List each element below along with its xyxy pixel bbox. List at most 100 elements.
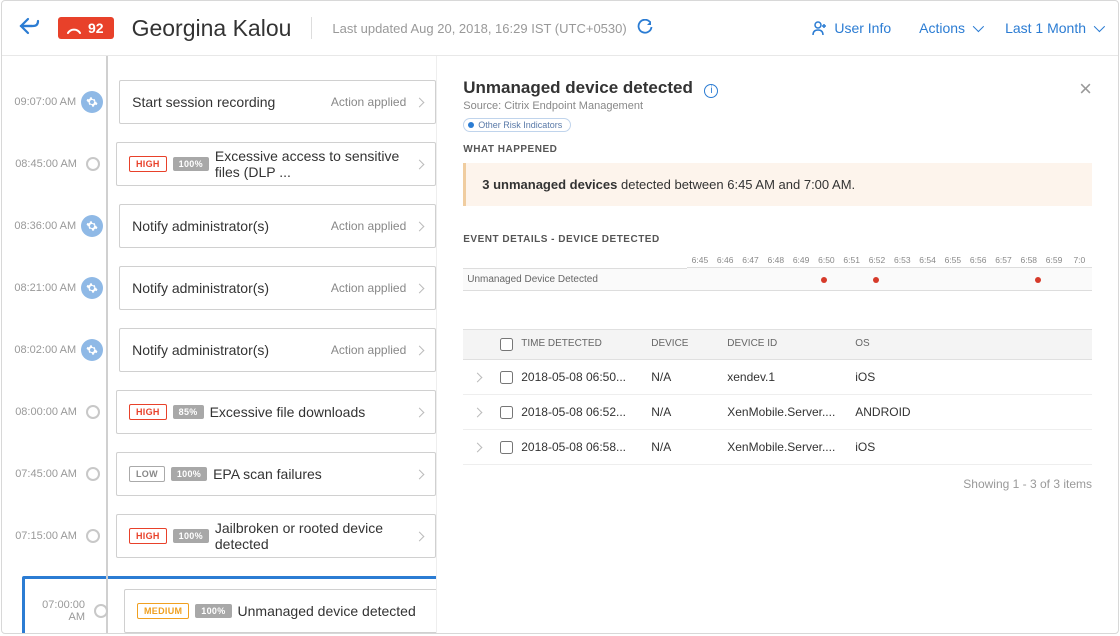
risk-indicator-pill: Other Risk Indicators	[463, 118, 571, 132]
row-checkbox[interactable]	[500, 406, 513, 419]
refresh-button[interactable]	[637, 19, 653, 38]
event-timestamp: 09:07:00 AM	[2, 96, 84, 108]
timeline-event-card[interactable]: MEDIUM100%Unmanaged device detected	[124, 589, 437, 633]
timerange-dropdown[interactable]: Last 1 Month	[1005, 20, 1102, 36]
severity-tag: HIGH	[129, 404, 167, 420]
chevron-right-icon	[415, 407, 425, 417]
table-row[interactable]: 2018-05-08 06:58...N/AXenMobile.Server..…	[463, 430, 1092, 465]
action-applied-label: Action applied	[331, 281, 406, 295]
chart-series-label: Unmanaged Device Detected	[463, 268, 687, 291]
expand-row-icon[interactable]	[463, 405, 491, 419]
event-title: Unmanaged device detected	[238, 603, 434, 619]
event-timestamp: 08:21:00 AM	[2, 282, 84, 294]
chevron-right-icon	[415, 221, 425, 231]
tick-label: 7:0	[1067, 255, 1092, 265]
event-table: TIME DETECTED DEVICE DEVICE ID OS 2018-0…	[463, 329, 1092, 491]
event-timeline-chart: 6:456:466:476:486:496:506:516:526:536:54…	[463, 255, 1092, 291]
chevron-right-icon	[415, 345, 425, 355]
timeline-event-card[interactable]: HIGH 85% Excessive file downloads	[116, 390, 436, 434]
tick-label: 6:45	[687, 255, 712, 265]
timeline-event-card[interactable]: Notify administrator(s)Action applied	[119, 266, 436, 310]
cell-device: N/A	[651, 370, 727, 384]
col-time[interactable]: TIME DETECTED	[521, 338, 651, 351]
back-button[interactable]	[18, 15, 42, 41]
event-title: Excessive access to sensitive files (DLP…	[215, 148, 406, 180]
tick-label: 6:47	[738, 255, 763, 265]
select-all-checkbox[interactable]	[500, 338, 513, 351]
row-checkbox[interactable]	[500, 371, 513, 384]
event-timestamp: 08:45:00 AM	[2, 158, 85, 170]
user-name: Georgina Kalou	[132, 15, 292, 42]
timeline-event-card[interactable]: Notify administrator(s)Action applied	[119, 328, 436, 372]
percent-tag: 100%	[171, 467, 207, 481]
close-button[interactable]: ×	[1079, 78, 1092, 100]
percent-tag: 85%	[173, 405, 204, 419]
severity-tag: LOW	[129, 466, 165, 482]
col-os[interactable]: OS	[855, 338, 943, 351]
timeline-event-card[interactable]: HIGH100%Jailbroken or rooted device dete…	[116, 514, 436, 558]
cell-time: 2018-05-08 06:58...	[521, 440, 651, 454]
timeline-node	[86, 157, 100, 171]
tick-label: 6:58	[1016, 255, 1041, 265]
chevron-right-icon	[415, 531, 425, 541]
gear-icon	[81, 277, 103, 299]
chevron-down-icon	[1094, 21, 1105, 32]
col-device[interactable]: DEVICE	[651, 338, 727, 351]
event-timestamp: 07:00:00 AM	[25, 599, 93, 623]
severity-tag: MEDIUM	[137, 603, 189, 619]
severity-tag: HIGH	[129, 528, 167, 544]
detail-title: Unmanaged device detected	[463, 78, 693, 97]
detail-source: Source: Citrix Endpoint Management	[463, 100, 718, 112]
event-title: Start session recording	[132, 94, 331, 110]
tick-label: 6:48	[763, 255, 788, 265]
severity-tag: HIGH	[129, 156, 167, 172]
timeline-event-card[interactable]: Notify administrator(s)Action applied	[119, 204, 436, 248]
event-timestamp: 08:36:00 AM	[2, 220, 84, 232]
detail-panel: Unmanaged device detected i Source: Citr…	[437, 56, 1118, 633]
event-timestamp: 08:02:00 AM	[2, 344, 84, 356]
event-dot	[821, 277, 827, 283]
timeline-event-card[interactable]: LOW100%EPA scan failures	[116, 452, 436, 496]
event-title: Excessive file downloads	[210, 404, 407, 420]
event-dot	[1035, 277, 1041, 283]
row-checkbox[interactable]	[500, 441, 513, 454]
tick-label: 6:59	[1041, 255, 1066, 265]
what-happened-box: 3 unmanaged devices detected between 6:4…	[463, 163, 1092, 206]
event-title: Notify administrator(s)	[132, 342, 331, 358]
chevron-right-icon	[415, 469, 425, 479]
cell-device: N/A	[651, 405, 727, 419]
chart-dot-row	[687, 267, 1092, 291]
tick-label: 6:57	[991, 255, 1016, 265]
timeline-node	[86, 405, 100, 419]
timeline-event-card[interactable]: Start session recordingAction applied	[119, 80, 436, 124]
event-timestamp: 07:45:00 AM	[2, 468, 85, 480]
expand-row-icon[interactable]	[463, 370, 491, 384]
risk-score-value: 92	[88, 20, 104, 36]
table-header: TIME DETECTED DEVICE DEVICE ID OS	[463, 329, 1092, 360]
chevron-right-icon	[415, 159, 425, 169]
gear-icon	[81, 339, 103, 361]
tick-label: 6:49	[788, 255, 813, 265]
timeline-event-selected[interactable]: 07:00:00 AM MEDIUM100%Unmanaged device de…	[22, 576, 437, 633]
tick-label: 6:51	[839, 255, 864, 265]
timeline-event-card[interactable]: HIGH100%Excessive access to sensitive fi…	[116, 142, 436, 186]
timeline-node	[94, 604, 108, 618]
divider	[311, 17, 312, 39]
user-info-button[interactable]: User Info	[812, 20, 891, 36]
what-happened-label: WHAT HAPPENED	[463, 144, 1092, 155]
timeline-node	[86, 467, 100, 481]
cell-time: 2018-05-08 06:52...	[521, 405, 651, 419]
actions-dropdown[interactable]: Actions	[919, 20, 981, 36]
cell-os: iOS	[855, 440, 943, 454]
col-device-id[interactable]: DEVICE ID	[727, 338, 855, 351]
cell-device-id: XenMobile.Server....	[727, 405, 855, 419]
table-row[interactable]: 2018-05-08 06:52...N/AXenMobile.Server..…	[463, 395, 1092, 430]
user-info-label: User Info	[834, 20, 891, 36]
timerange-label: Last 1 Month	[1005, 20, 1086, 36]
table-row[interactable]: 2018-05-08 06:50...N/Axendev.1iOS	[463, 360, 1092, 395]
event-timestamp: 08:00:00 AM	[2, 406, 85, 418]
info-icon[interactable]: i	[704, 84, 718, 98]
percent-tag: 100%	[173, 529, 209, 543]
expand-row-icon[interactable]	[463, 440, 491, 454]
event-title: Notify administrator(s)	[132, 280, 331, 296]
